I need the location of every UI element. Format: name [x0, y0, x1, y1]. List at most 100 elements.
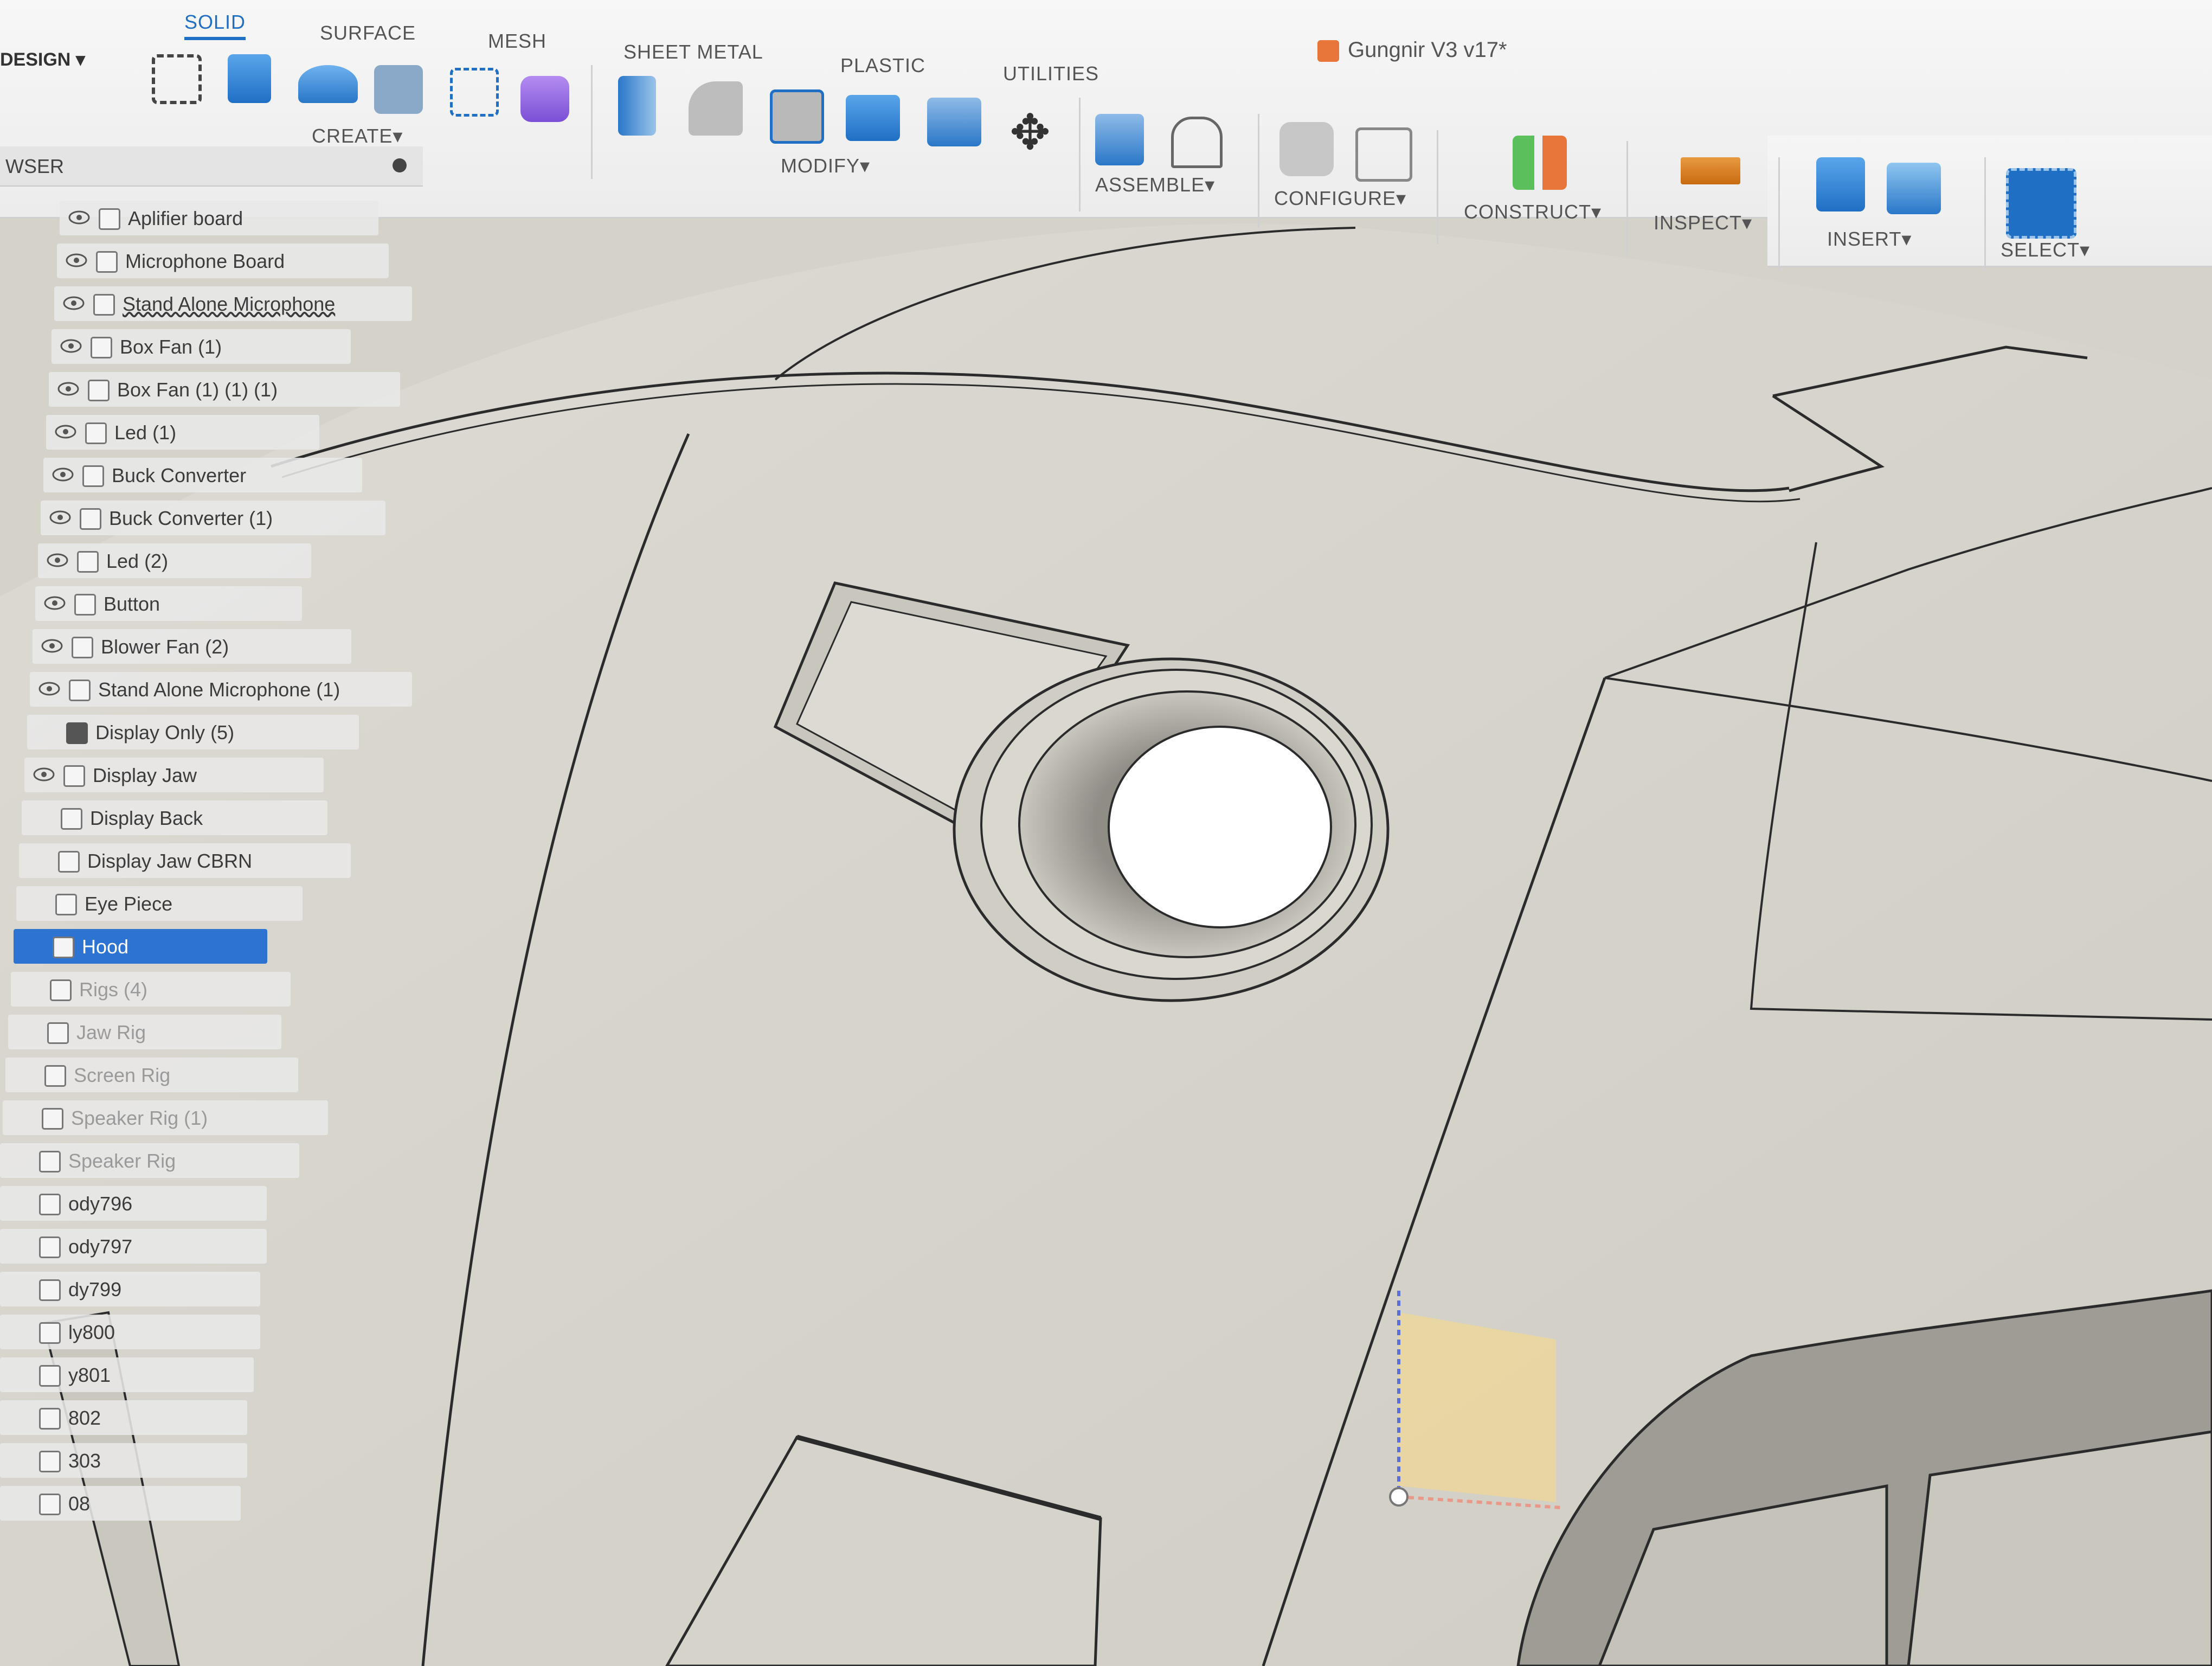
press-pull-icon[interactable] [618, 76, 656, 136]
browser-item[interactable]: Stand Alone Microphone [54, 286, 412, 321]
browser-item[interactable]: Buck Converter [43, 458, 362, 492]
browser-item[interactable]: Rigs (4) [11, 972, 291, 1007]
create-sketch-icon[interactable] [152, 54, 202, 104]
select-icon[interactable] [2006, 168, 2076, 239]
fillet-icon[interactable] [689, 81, 743, 136]
visibility-eye-icon[interactable] [40, 637, 64, 655]
browser-item[interactable]: Box Fan (1) (1) (1) [49, 372, 400, 407]
workspace-switcher[interactable]: DESIGN ▾ [0, 49, 85, 71]
visibility-eye-icon[interactable] [43, 594, 67, 612]
workspace-label: DESIGN [0, 49, 71, 70]
browser-item[interactable]: ody797 [0, 1229, 267, 1264]
browser-item-label: Jaw Rig [76, 1021, 146, 1043]
hole-icon[interactable] [374, 65, 423, 114]
configure-group[interactable]: CONFIGURE▾ [1274, 187, 1406, 210]
visibility-eye-icon[interactable] [37, 680, 61, 698]
browser-item[interactable]: Display Only (5) [27, 715, 359, 749]
visibility-eye-icon[interactable] [48, 508, 72, 527]
visibility-eye-icon[interactable] [67, 208, 91, 227]
new-component-icon[interactable] [1095, 114, 1144, 165]
assemble-group[interactable]: ASSEMBLE▾ [1095, 174, 1215, 196]
browser-item[interactable]: Display Back [22, 800, 327, 835]
browser-item[interactable]: Buck Converter (1) [41, 501, 385, 535]
browser-item[interactable]: Speaker Rig (1) [3, 1100, 328, 1135]
component-icon [50, 979, 72, 1001]
browser-item[interactable]: Box Fan (1) [52, 329, 351, 364]
assemble-group-label: ASSEMBLE [1095, 174, 1205, 196]
tab-mesh[interactable]: MESH [488, 30, 546, 53]
visibility-eye-icon[interactable] [54, 422, 78, 441]
construct-group[interactable]: CONSTRUCT▾ [1464, 201, 1602, 223]
combine-icon[interactable] [846, 95, 900, 141]
browser-item-label: ly800 [68, 1321, 115, 1343]
shell-icon[interactable] [770, 89, 824, 144]
tab-sheet-metal[interactable]: SHEET METAL [623, 41, 763, 63]
tab-solid[interactable]: SOLID [184, 11, 246, 40]
browser-item-label: Box Fan (1) [120, 336, 222, 358]
tab-surface[interactable]: SURFACE [320, 22, 416, 44]
browser-item[interactable]: Led (2) [38, 543, 311, 578]
move-icon[interactable]: ✥ [1003, 106, 1057, 160]
browser-item-label: Button [104, 593, 160, 615]
select-group[interactable]: SELECT▾ [2001, 239, 2090, 261]
browser-item[interactable]: Jaw Rig [8, 1015, 281, 1049]
tab-utilities[interactable]: UTILITIES [1003, 62, 1099, 85]
component-icon [93, 294, 115, 316]
browser-item[interactable]: Aplifier board [60, 201, 378, 235]
browser-item[interactable]: Display Jaw CBRN [19, 843, 351, 878]
browser-item[interactable]: Stand Alone Microphone (1) [30, 672, 412, 707]
component-icon [39, 1194, 61, 1215]
browser-item-label: dy799 [68, 1278, 122, 1300]
browser-item[interactable]: Blower Fan (2) [33, 629, 351, 664]
browser-item[interactable]: 08 [0, 1486, 241, 1521]
configuration-table-icon[interactable] [1355, 127, 1412, 182]
browser-item[interactable]: y801 [0, 1357, 254, 1392]
browser-item[interactable]: Eye Piece [16, 886, 303, 921]
visibility-eye-icon[interactable] [56, 380, 80, 398]
browser-item[interactable]: 303 [0, 1443, 247, 1478]
create-group[interactable]: CREATE▾ [312, 125, 403, 148]
browser-item[interactable]: Hood [14, 929, 267, 964]
browser-item[interactable]: Screen Rig [5, 1058, 298, 1092]
modify-group[interactable]: MODIFY▾ [781, 155, 870, 177]
component-icon [39, 1151, 61, 1172]
visibility-eye-icon[interactable] [59, 337, 83, 355]
chevron-down-icon: ▾ [393, 125, 403, 147]
tab-plastic[interactable]: PLASTIC [840, 54, 925, 77]
browser-item-label: Led (1) [114, 421, 177, 444]
joint-icon[interactable] [1171, 117, 1223, 168]
document-title: Gungnir V3 v17* [1317, 38, 1507, 62]
pattern-icon[interactable] [450, 68, 499, 117]
configure-icon[interactable] [1279, 122, 1334, 176]
form-icon[interactable] [520, 76, 569, 122]
measure-icon[interactable] [1681, 157, 1740, 184]
insert-image-icon[interactable] [1887, 163, 1941, 214]
browser-item[interactable]: Button [35, 586, 302, 621]
browser-item[interactable]: 802 [0, 1400, 247, 1435]
split-body-icon[interactable] [927, 98, 981, 146]
browser-item[interactable]: ody796 [0, 1186, 267, 1221]
browser-item[interactable]: Led (1) [46, 415, 319, 450]
origin-point[interactable] [1389, 1487, 1409, 1507]
browser-pin-icon[interactable] [393, 158, 407, 172]
insert-group[interactable]: INSERT▾ [1827, 228, 1912, 251]
inspect-group[interactable]: INSPECT▾ [1654, 212, 1752, 234]
toolbar-divider [1079, 98, 1081, 212]
extrude-icon[interactable] [228, 54, 271, 103]
visibility-eye-icon[interactable] [51, 465, 75, 484]
select-group-label: SELECT [2001, 239, 2080, 261]
visibility-eye-icon[interactable] [62, 294, 86, 312]
revolve-icon[interactable] [298, 65, 358, 103]
browser-item[interactable]: Speaker Rig [0, 1143, 299, 1178]
visibility-eye-icon[interactable] [46, 551, 69, 569]
browser-item[interactable]: Display Jaw [24, 758, 324, 792]
browser-item[interactable]: dy799 [0, 1272, 260, 1306]
browser-item[interactable]: Microphone Board [57, 244, 389, 278]
visibility-eye-icon[interactable] [32, 765, 56, 784]
visibility-eye-icon[interactable] [65, 251, 88, 270]
browser-panel: WSER Aplifier board Microphone Board Stand… [0, 146, 423, 1666]
component-icon [80, 508, 101, 530]
insert-derive-icon[interactable] [1816, 157, 1865, 212]
offset-plane-icon[interactable] [1513, 136, 1567, 190]
browser-item[interactable]: ly800 [0, 1315, 260, 1349]
